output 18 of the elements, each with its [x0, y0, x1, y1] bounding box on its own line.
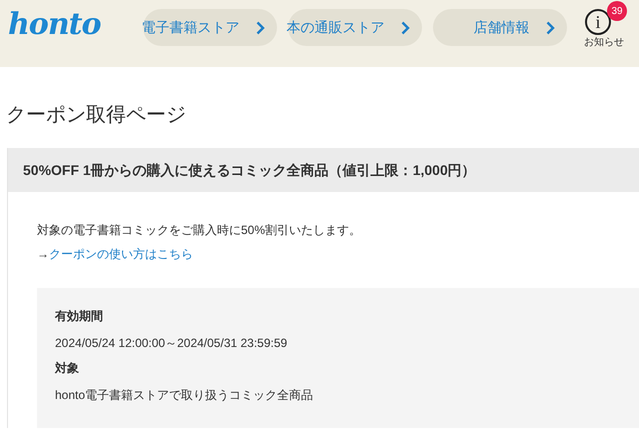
page-title: クーポン取得ページ — [6, 103, 187, 127]
chevron-right-icon — [256, 20, 264, 34]
nav-button[interactable]: 電子書籍ストア — [142, 9, 276, 46]
nav-button[interactable]: 店舗情報 — [432, 9, 566, 46]
usage-link[interactable]: クーポンの使い方はこちら — [49, 247, 193, 261]
arrow-text: → — [37, 247, 49, 261]
logo[interactable]: honto — [6, 6, 102, 44]
detail-label: 有効期間 — [55, 308, 104, 324]
notice-label[interactable]: お知らせ — [584, 37, 624, 49]
coupon-description: 対象の電子書籍コミックをご購入時に50%割引いたします。 — [37, 222, 362, 238]
chevron-right-icon — [400, 20, 410, 34]
nav-button[interactable]: 本の通販ストア — [288, 9, 422, 46]
detail-value: honto電子書籍ストアで取り扱うコミック全商品 — [55, 387, 314, 403]
detail-value: 2024/05/24 12:00:00～2024/05/31 23:59:59 — [55, 335, 288, 351]
notification-badge: 39 — [607, 1, 627, 21]
detail-label: 対象 — [55, 360, 80, 376]
chevron-right-icon — [546, 20, 554, 34]
coupon-title: 50%OFF 1冊からの購入に使えるコミック全商品（値引上限：1,000円） — [23, 160, 476, 180]
